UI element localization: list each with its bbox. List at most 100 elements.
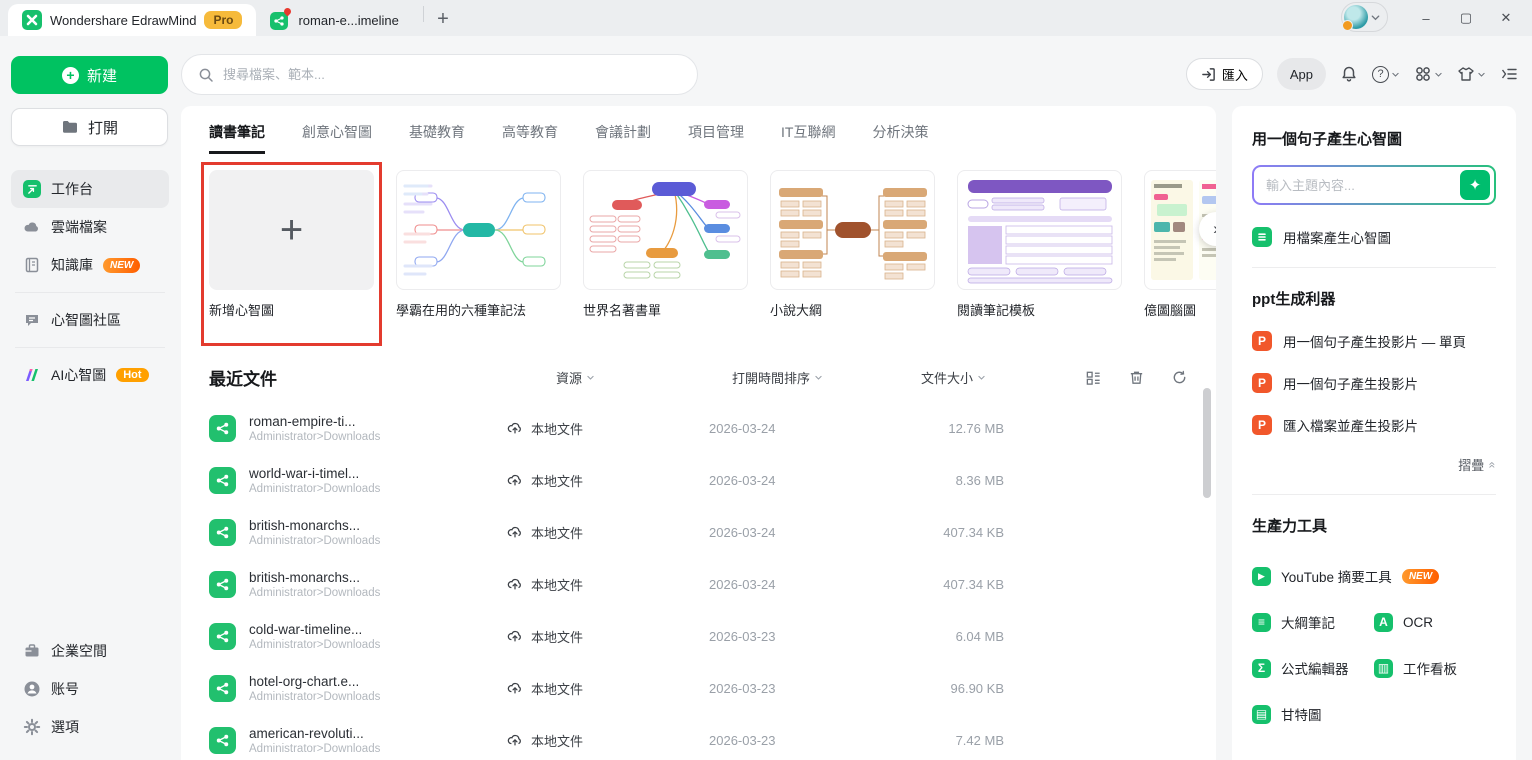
new-tab-button[interactable]: + — [430, 6, 456, 32]
file-row[interactable]: cold-war-timeline...Administrator>Downlo… — [209, 610, 1188, 662]
file-name: roman-empire-ti... — [249, 414, 380, 429]
sidebar-item-community[interactable]: 心智圖社區 — [11, 301, 169, 339]
card-template-notes[interactable]: 學霸在用的六種筆記法 — [396, 170, 561, 338]
sidebar-item-label: 企業空間 — [51, 641, 107, 661]
document-tab-icon — [270, 10, 290, 30]
sidebar-item-knowledge-base[interactable]: 知識庫 NEW — [11, 246, 169, 284]
file-row[interactable]: american-revoluti...Administrator>Downlo… — [209, 714, 1188, 760]
app-tab-document[interactable]: roman-e...imeline — [256, 4, 412, 36]
collapse-section-button[interactable]: 摺疊 « — [1252, 455, 1496, 474]
search-bar[interactable] — [181, 54, 698, 95]
sidebar-item-options[interactable]: 選項 — [11, 708, 168, 746]
tool-label: 大綱筆記 — [1281, 612, 1335, 632]
apps-menu[interactable] — [1414, 65, 1443, 83]
search-input[interactable] — [223, 67, 681, 82]
document-tab-title: roman-e...imeline — [298, 13, 398, 28]
file-row[interactable]: roman-empire-ti...Administrator>Download… — [209, 402, 1188, 454]
chat-icon — [23, 311, 41, 329]
tool-formula-editor[interactable]: Σ 公式編輯器 — [1252, 658, 1374, 678]
hot-badge: Hot — [116, 368, 148, 382]
tab-higher-education[interactable]: 高等教育 — [502, 122, 558, 154]
ppt-from-file-item[interactable]: P 匯入檔案並產生投影片 — [1252, 415, 1496, 435]
card-template-reading-notes[interactable]: 閱讀筆記模板 — [957, 170, 1122, 338]
file-path: Administrator>Downloads — [249, 483, 380, 495]
tool-youtube-summary[interactable]: ▶ YouTube 摘要工具 NEW — [1252, 566, 1496, 586]
file-to-mindmap-item[interactable]: 用檔案產生心智圖 — [1252, 227, 1496, 247]
ai-topic-inputbox[interactable]: ✦ — [1252, 165, 1496, 205]
file-source: 本地文件 — [531, 523, 583, 542]
sort-open-time[interactable]: 打開時間排序 — [699, 368, 894, 387]
ai-generate-button[interactable]: ✦ — [1460, 170, 1490, 200]
mindmap-file-icon — [209, 623, 236, 650]
ppt-single-page-item[interactable]: P 用一個句子產生投影片 — 單頁 — [1252, 331, 1496, 351]
sidebar-item-ai-mindmap[interactable]: AI心智圖 Hot — [11, 356, 169, 394]
sidebar-item-label: 工作台 — [51, 179, 93, 199]
sidebar-item-label: 知識庫 — [51, 255, 93, 275]
app-tab-home[interactable]: Wondershare EdrawMind Pro — [8, 4, 256, 36]
tool-kanban[interactable]: ▥ 工作看板 — [1374, 658, 1496, 678]
ppt-from-sentence-item[interactable]: P 用一個句子產生投影片 — [1252, 373, 1496, 393]
local-file-icon — [507, 420, 523, 436]
tab-reading-notes[interactable]: 讀書筆記 — [209, 122, 265, 154]
maximize-button[interactable]: ▢ — [1446, 3, 1486, 33]
sidebar-item-account[interactable]: 账号 — [11, 670, 168, 708]
tab-analysis-decision[interactable]: 分析決策 — [872, 122, 928, 154]
tab-meeting-plan[interactable]: 會議計劃 — [595, 122, 651, 154]
open-document-button[interactable]: 打開 — [11, 108, 168, 146]
refresh-button[interactable] — [1171, 369, 1188, 386]
scrollbar-thumb[interactable] — [1203, 388, 1211, 498]
tool-gantt[interactable]: ▤ 甘特圖 — [1252, 704, 1374, 724]
file-source: 本地文件 — [531, 471, 583, 490]
mindmap-file-icon — [209, 675, 236, 702]
import-button[interactable]: 匯入 — [1186, 58, 1263, 90]
file-row[interactable]: hotel-org-chart.e...Administrator>Downlo… — [209, 662, 1188, 714]
local-file-icon — [507, 524, 523, 540]
ai-topic-input[interactable] — [1266, 178, 1454, 193]
tool-ocr[interactable]: A OCR — [1374, 612, 1496, 632]
chevron-down-icon — [977, 373, 986, 382]
card-label: 閱讀筆記模板 — [957, 300, 1122, 319]
close-button[interactable]: ✕ — [1486, 3, 1526, 33]
bell-icon — [1340, 65, 1358, 83]
sidebar-item-cloud-files[interactable]: 雲端檔案 — [11, 208, 169, 246]
app-button[interactable]: App — [1277, 58, 1326, 90]
delete-button[interactable] — [1128, 369, 1145, 386]
tool-outline-notes[interactable]: ≡ 大綱筆記 — [1252, 612, 1374, 632]
theme-menu[interactable] — [1457, 65, 1486, 83]
list-view-toggle[interactable] — [1085, 369, 1102, 386]
new-document-button[interactable]: + 新建 — [11, 56, 168, 94]
card-new-mindmap[interactable]: + 新增心智圖 — [209, 170, 374, 338]
file-source: 本地文件 — [531, 627, 583, 646]
sidebar-item-enterprise[interactable]: 企業空間 — [11, 632, 168, 670]
ocr-icon: A — [1374, 613, 1393, 632]
divider — [15, 347, 165, 348]
help-menu[interactable]: ? — [1372, 66, 1400, 83]
file-source: 本地文件 — [531, 679, 583, 698]
account-menu[interactable] — [1341, 2, 1388, 32]
sidebar-item-workspace[interactable]: 工作台 — [11, 170, 169, 208]
file-row[interactable]: british-monarchs...Administrator>Downloa… — [209, 506, 1188, 558]
tab-project-management[interactable]: 項目管理 — [688, 122, 744, 154]
card-template-booklist[interactable]: 世界名著書單 — [583, 170, 748, 338]
tab-creative-mindmap[interactable]: 創意心智圖 — [302, 122, 372, 154]
file-path: Administrator>Downloads — [249, 639, 380, 651]
tab-it-internet[interactable]: IT互聯網 — [781, 122, 835, 154]
right-panel: 用一個句子產生心智圖 ✦ 用檔案產生心智圖 ppt生成利器 P 用一個句子產生投… — [1232, 106, 1516, 760]
file-to-mindmap-label: 用檔案產生心智圖 — [1283, 227, 1391, 247]
file-date: 2026-03-24 — [699, 473, 894, 488]
help-icon: ? — [1372, 66, 1389, 83]
file-size: 407.34 KB — [894, 577, 1004, 592]
ppt-item-label: 匯入檔案並產生投影片 — [1283, 415, 1418, 435]
minimize-button[interactable]: – — [1406, 3, 1446, 33]
collapse-panel-button[interactable] — [1500, 65, 1518, 83]
file-size: 12.76 MB — [894, 421, 1004, 436]
file-row[interactable]: world-war-i-timel...Administrator>Downlo… — [209, 454, 1188, 506]
tab-basic-education[interactable]: 基礎教育 — [409, 122, 465, 154]
file-row[interactable]: british-monarchs...Administrator>Downloa… — [209, 558, 1188, 610]
notifications-button[interactable] — [1340, 65, 1358, 83]
card-template-edraw-brain[interactable]: 億圖腦圖 — [1144, 170, 1216, 338]
sort-source[interactable]: 資源 — [499, 368, 699, 387]
card-template-novel-outline[interactable]: 小說大綱 — [770, 170, 935, 338]
ppt-section-title: ppt生成利器 — [1252, 288, 1496, 309]
sort-file-size[interactable]: 文件大小 — [894, 368, 1004, 387]
